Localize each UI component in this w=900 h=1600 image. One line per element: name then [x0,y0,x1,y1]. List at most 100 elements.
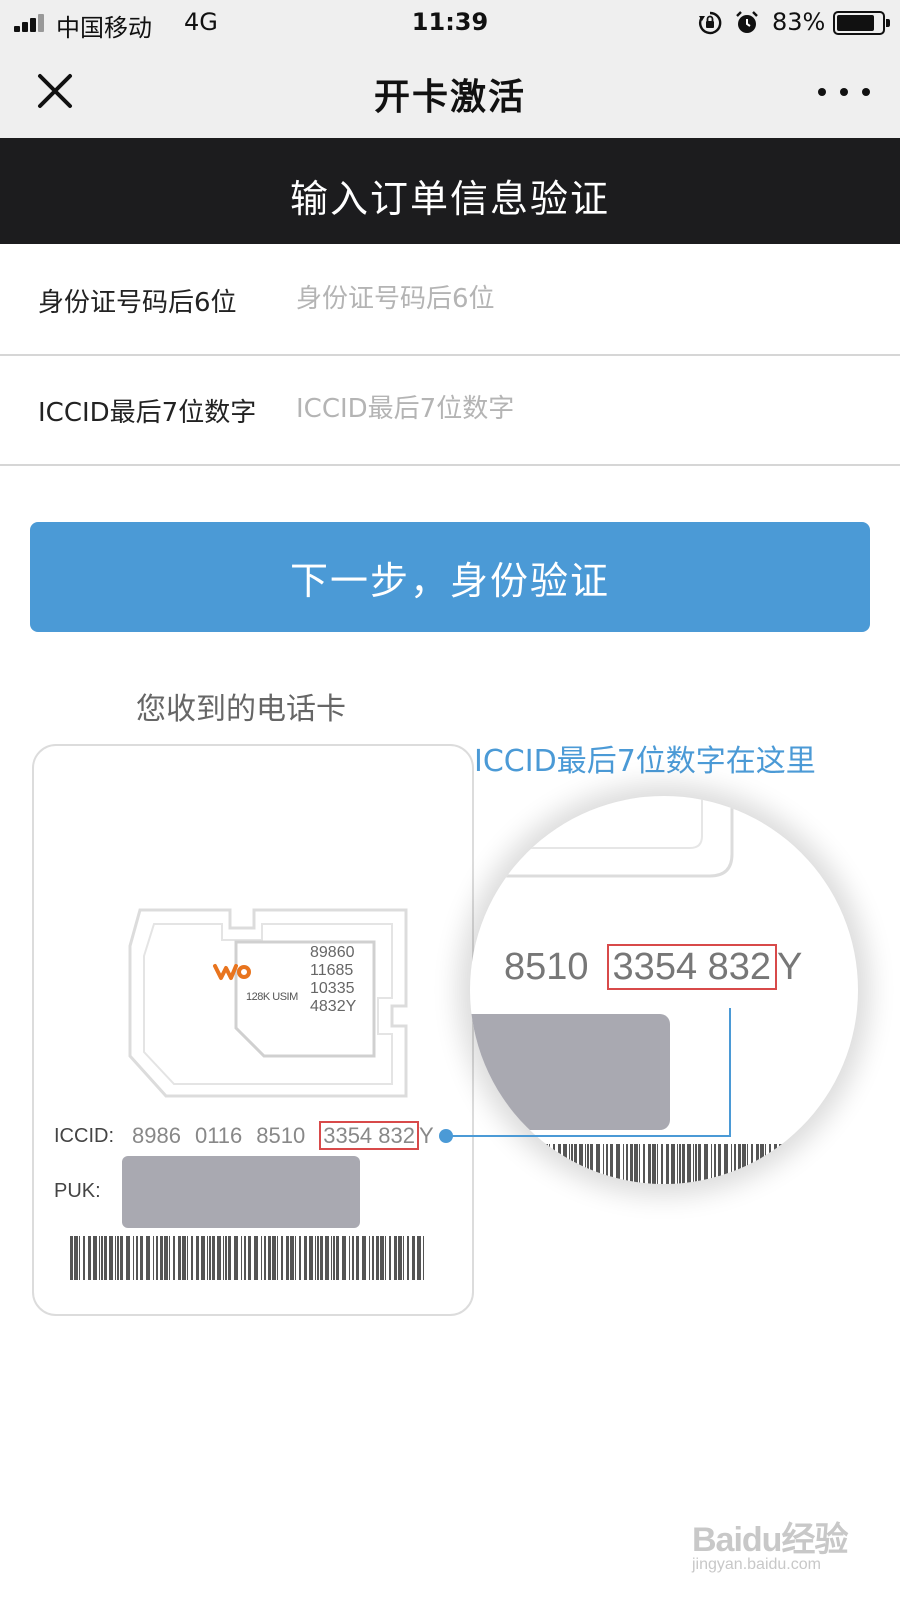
barcode-bar [201,1236,205,1280]
barcode-bar [630,1144,633,1184]
iccid-hint: ICCID最后7位数字在这里 [474,744,816,779]
barcode-bar [801,1144,802,1184]
barcode-bar [234,1236,238,1280]
unicom-logo [213,964,251,980]
barcode-bar [785,1144,786,1184]
barcode-bar [839,1144,840,1184]
id-last6-input[interactable] [296,272,856,326]
barcode-bar [264,1236,266,1280]
barcode-bar [290,1236,294,1280]
barcode-bar [693,1144,694,1184]
barcode-bar [187,1236,188,1280]
barcode-bar [101,1236,103,1280]
barcode-bar [336,1236,339,1280]
barcode-bar [403,1236,404,1280]
barcode-bar [178,1236,181,1280]
barcode-bar [153,1236,154,1280]
barcode-bar [718,1144,721,1184]
barcode-bar [299,1236,301,1280]
barcode-bar [738,1144,741,1184]
barcode-bar [569,1144,570,1184]
card-caption: 您收到的电话卡 [136,692,346,727]
barcode-bar [610,1144,613,1184]
barcode-bar [711,1144,712,1184]
barcode-bar [544,1144,548,1184]
barcode-bar [407,1236,409,1280]
barcode-bar [248,1236,251,1280]
barcode-bar [140,1236,143,1280]
barcode-bar [331,1236,332,1280]
barcode-bar [333,1236,335,1280]
barcode-bar [281,1236,283,1280]
barcode-bar [682,1144,685,1184]
barcode-bar [648,1144,651,1184]
next-step-button[interactable]: 下一步，身份验证 [30,522,870,632]
barcode-bar [79,1236,80,1280]
barcode-bar [268,1236,271,1280]
barcode-bar [99,1236,100,1280]
iccid-last7-input[interactable] [296,382,856,436]
barcode-bar [261,1236,262,1280]
battery-icon [833,11,890,35]
barcode-bar [687,1144,691,1184]
barcode-bar [356,1236,359,1280]
barcode-bar [164,1236,168,1280]
barcode-bar [616,1144,620,1184]
watermark: Baidu经验 jingyan.baidu.com [692,1512,892,1582]
barcode-bar [146,1236,150,1280]
id-last6-label: 身份证号码后6位 [38,288,237,318]
alarm-icon [736,11,758,33]
barcode-bar [196,1236,199,1280]
barcode-bar [83,1236,85,1280]
sim-card-illustration [32,744,474,1316]
barcode-bar [228,1236,231,1280]
barcode-bar [806,1144,809,1184]
barcode-bar [109,1236,113,1280]
barcode-bar [731,1144,732,1184]
barcode-bar [423,1236,424,1280]
barcode-bar [385,1236,386,1280]
barcode-bar [412,1236,415,1280]
barcode-bar [769,1144,771,1184]
id-last6-row: 身份证号码后6位 [0,246,900,356]
barcode-bar [209,1236,211,1280]
barcode-bar [832,1144,836,1184]
section-header: 输入订单信息验证 [0,138,900,244]
barcode-bar [579,1144,583,1184]
watermark-brand: Baidu经验 [692,1521,848,1559]
barcode-bar [277,1236,278,1280]
puk-scratch-area [122,1156,360,1228]
sim-brand-text: 128K USIM [246,991,298,1003]
barcode-bar [120,1236,123,1280]
barcode-bar [826,1144,829,1184]
barcode-bar [133,1236,134,1280]
barcode-bar [317,1236,319,1280]
nav-bar: 开卡激活 [0,46,900,138]
barcode-bar [173,1236,175,1280]
barcode-bar [704,1144,708,1184]
barcode-bar [587,1144,589,1184]
barcode-bar [714,1144,716,1184]
barcode-bar [574,1144,577,1184]
barcode-bar [104,1236,107,1280]
barcode-bar [623,1144,624,1184]
barcode-bar [795,1144,799,1184]
barcode-bar [553,1144,555,1184]
barcode-bar [320,1236,323,1280]
barcode-bar [182,1236,186,1280]
barcode-bar [751,1144,753,1184]
barcode-bar [169,1236,170,1280]
barcode-bar [634,1144,638,1184]
barcode-bar [160,1236,163,1280]
card-puk-label: PUK: [54,1180,101,1202]
status-time: 11:39 [411,8,489,36]
more-button[interactable] [814,80,874,104]
barcode-bar [286,1236,289,1280]
barcode-bar [241,1236,242,1280]
barcode-bar [540,1144,543,1184]
card-barcode [70,1236,424,1280]
iccid-last7-row: ICCID最后7位数字 [0,356,900,466]
barcode-bar [563,1144,567,1184]
barcode-bar [342,1236,346,1280]
sim-serial-digits: 89860 11685 10335 4832Y [310,944,357,1015]
